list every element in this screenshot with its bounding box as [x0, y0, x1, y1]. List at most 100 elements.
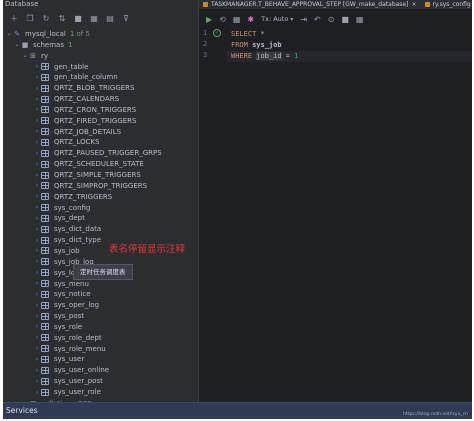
tree-item-table[interactable]: › sys_dept: [33, 213, 85, 224]
table-name: QRTZ_CRON_TRIGGERS: [54, 105, 137, 114]
chevron-down-icon[interactable]: ⌄: [5, 30, 13, 37]
tree-item-table[interactable]: › QRTZ_CRON_TRIGGERS: [33, 104, 136, 115]
tree-item-table[interactable]: › sys_role_menu: [33, 343, 106, 354]
code-token: SELECT: [231, 30, 261, 38]
chevron-right-icon[interactable]: ›: [33, 269, 41, 276]
cancel-icon[interactable]: ⊙: [328, 15, 335, 24]
chevron-right-icon[interactable]: ›: [33, 161, 41, 168]
tree-item-table[interactable]: › QRTZ_LOCKS: [33, 137, 100, 148]
chevron-right-icon[interactable]: ›: [33, 345, 41, 352]
tree-item-table[interactable]: › sys_job: [33, 245, 80, 256]
tree-item-schemas[interactable]: ⌄ ■ schemas 1: [13, 39, 72, 50]
tree-item-table[interactable]: › gen_table: [33, 61, 89, 72]
code-line[interactable]: WHERE job_id = 1: [227, 51, 472, 62]
run-icon[interactable]: ▶: [206, 15, 212, 24]
chevron-right-icon[interactable]: ›: [33, 389, 41, 396]
chevron-right-icon[interactable]: ›: [33, 182, 41, 189]
chevron-right-icon[interactable]: ›: [33, 367, 41, 374]
tab-taskmanager[interactable]: TASKMANAGER.T_BEHAVE_APPROVAL_STEP [GW_m…: [199, 0, 421, 9]
tree-item-connection[interactable]: ⌄ ✎ mysql_local 1 of 5: [5, 28, 89, 39]
layout-icon[interactable]: ▦: [233, 15, 241, 24]
tree-item-table[interactable]: › sys_config: [33, 202, 91, 213]
chevron-right-icon[interactable]: ›: [33, 237, 41, 244]
tree-item-table[interactable]: › QRTZ_CALENDARS: [33, 94, 119, 105]
tree-item-table[interactable]: › sys_notice: [33, 289, 91, 300]
chevron-right-icon[interactable]: ›: [33, 193, 41, 200]
tree-item-table[interactable]: › QRTZ_SIMPROP_TRIGGERS: [33, 180, 147, 191]
chevron-right-icon[interactable]: ›: [33, 323, 41, 330]
chevron-right-icon[interactable]: ›: [33, 258, 41, 265]
tree-item-table[interactable]: › sys_oper_log: [33, 300, 99, 311]
filter-icon[interactable]: ⊽: [121, 13, 131, 23]
table-icon: [41, 84, 49, 92]
tree-item-table[interactable]: › sys_dict_data: [33, 224, 101, 235]
add-icon[interactable]: ＋: [9, 13, 19, 23]
tree-item-table[interactable]: › QRTZ_SCHEDULER_STATE: [33, 159, 144, 170]
tree-item-table[interactable]: › gen_table_column: [33, 72, 118, 83]
chevron-right-icon[interactable]: ›: [33, 139, 41, 146]
tree-item-table[interactable]: › sys_user_online: [33, 365, 109, 376]
table-name: sys_dict_data: [54, 225, 102, 234]
database-panel: Database ＋ ❐ ↻ ⇅ ■ ▦ ▤ ⊽ ⌄ ✎ mysql_local 1 …: [3, 0, 198, 408]
table-name: sys_config: [54, 203, 91, 212]
chevron-right-icon[interactable]: ›: [33, 150, 41, 157]
chevron-right-icon[interactable]: ›: [33, 356, 41, 363]
tree-item-table[interactable]: › sys_role_dept: [33, 332, 102, 343]
chevron-right-icon[interactable]: ›: [33, 378, 41, 385]
refresh-icon[interactable]: ↻: [41, 13, 51, 23]
tree-item-table[interactable]: › sys_role: [33, 321, 82, 332]
console-icon[interactable]: ▤: [105, 13, 115, 23]
tree-item-table[interactable]: › QRTZ_JOB_DETAILS: [33, 126, 121, 137]
chevron-right-icon[interactable]: ›: [33, 117, 41, 124]
services-bar[interactable]: Services https://blog.csdn.net/lsyu_cn: [3, 402, 472, 419]
tree-item-schema-ry[interactable]: ⌄ ⊞ ry: [21, 50, 48, 61]
chevron-right-icon[interactable]: ›: [33, 247, 41, 254]
chevron-right-icon[interactable]: ›: [33, 128, 41, 135]
tree-item-table[interactable]: › sys_user_post: [33, 376, 103, 387]
commit-icon[interactable]: ⇥: [300, 15, 307, 24]
execution-success-icon: ✓: [213, 29, 221, 37]
transaction-mode-select[interactable]: Tx: Auto: [261, 15, 288, 23]
tree-item-table[interactable]: › QRTZ_SIMPLE_TRIGGERS: [33, 170, 141, 181]
tree-item-table[interactable]: › QRTZ_TRIGGERS: [33, 191, 112, 202]
chevron-right-icon[interactable]: ›: [33, 96, 41, 103]
chevron-right-icon[interactable]: ›: [33, 280, 41, 287]
settings-icon[interactable]: ✱: [247, 15, 254, 24]
code-line[interactable]: FROM sys_job: [231, 40, 282, 51]
close-icon[interactable]: ×: [411, 0, 416, 9]
tree-item-table[interactable]: › sys_dict_type: [33, 235, 101, 246]
chevron-right-icon[interactable]: ›: [33, 204, 41, 211]
chevron-right-icon[interactable]: ›: [33, 302, 41, 309]
copy-icon[interactable]: ❐: [25, 13, 35, 23]
chevron-right-icon[interactable]: ›: [33, 106, 41, 113]
tree-item-table[interactable]: › QRTZ_BLOB_TRIGGERS: [33, 83, 135, 94]
sync-icon[interactable]: ⇅: [57, 13, 67, 23]
chevron-down-icon[interactable]: ⌄: [21, 52, 29, 59]
stop-icon[interactable]: ■: [73, 13, 83, 23]
chevron-right-icon[interactable]: ›: [33, 291, 41, 298]
code-line[interactable]: SELECT *: [231, 29, 265, 40]
stop-icon[interactable]: ■: [341, 15, 349, 24]
tree-item-table[interactable]: › QRTZ_FIRED_TRIGGERS: [33, 115, 137, 126]
tree-item-table[interactable]: › sys_user_role: [33, 387, 101, 398]
connection-label: mysql_local: [25, 29, 66, 38]
tree-item-table[interactable]: › sys_post: [33, 311, 84, 322]
chevron-right-icon[interactable]: ›: [33, 215, 41, 222]
tab-sys-config[interactable]: ry.sys_config: [421, 0, 473, 9]
chevron-right-icon[interactable]: ›: [33, 226, 41, 233]
chevron-right-icon[interactable]: ›: [33, 63, 41, 70]
chevron-right-icon[interactable]: ›: [33, 334, 41, 341]
history-icon[interactable]: ⟲: [219, 15, 226, 24]
sql-editor[interactable]: SELECT * FROM sys_job WHERE job_id = 1: [227, 27, 472, 402]
rollback-icon[interactable]: ↶: [314, 15, 321, 24]
tree-item-table[interactable]: › sys_user: [33, 354, 84, 365]
tree-item-table[interactable]: › QRTZ_PAUSED_TRIGGER_GRPS: [33, 148, 162, 159]
grid-icon[interactable]: ▦: [356, 15, 364, 24]
chevron-right-icon[interactable]: ›: [33, 172, 41, 179]
chevron-down-icon[interactable]: ⌄: [13, 41, 21, 48]
chevron-right-icon[interactable]: ›: [33, 74, 41, 81]
chevron-down-icon[interactable]: ▾: [290, 16, 293, 23]
chevron-right-icon[interactable]: ›: [33, 313, 41, 320]
chevron-right-icon[interactable]: ›: [33, 85, 41, 92]
table-view-icon[interactable]: ▦: [89, 13, 99, 23]
